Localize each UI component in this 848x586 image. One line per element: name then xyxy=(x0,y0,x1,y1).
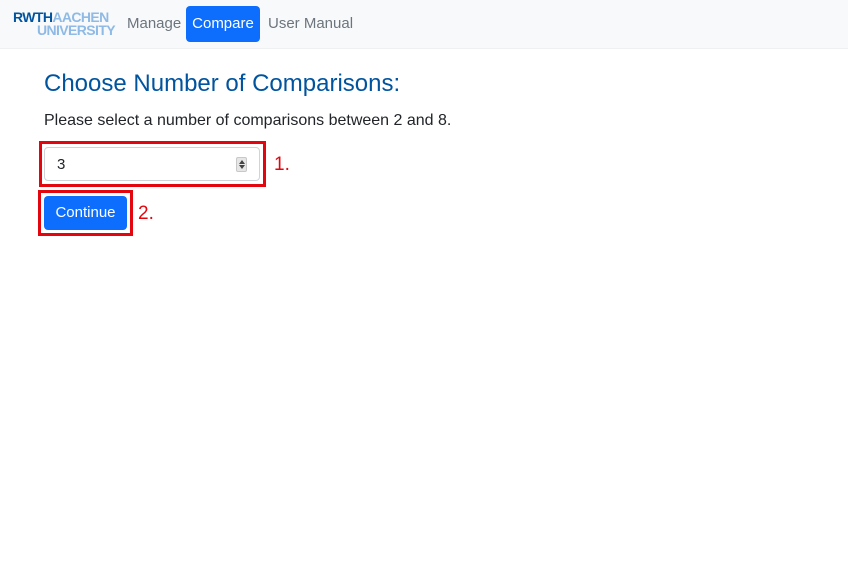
number-spinner[interactable] xyxy=(236,157,247,172)
comparisons-number-input[interactable]: 3 xyxy=(44,147,260,181)
nav-link-manage[interactable]: Manage xyxy=(127,6,181,42)
nav-link-user-manual[interactable]: User Manual xyxy=(268,6,353,42)
rwth-aachen-logo[interactable]: RWTHAACHEN UNIVERSITY xyxy=(13,10,116,38)
navbar: RWTHAACHEN UNIVERSITY Manage Compare Use… xyxy=(0,0,848,49)
nav-link-compare[interactable]: Compare xyxy=(186,6,260,42)
annotation-label-1: 1. xyxy=(274,154,290,175)
continue-button[interactable]: Continue xyxy=(44,196,127,230)
page-title: Choose Number of Comparisons: xyxy=(44,70,401,97)
logo-text-university: UNIVERSITY xyxy=(37,22,116,38)
spinner-up-arrow-icon[interactable] xyxy=(239,160,245,164)
comparisons-number-value: 3 xyxy=(57,156,66,173)
instructions-text: Please select a number of comparisons be… xyxy=(44,112,452,129)
spinner-down-arrow-icon[interactable] xyxy=(239,165,245,169)
annotation-label-2: 2. xyxy=(138,203,154,224)
